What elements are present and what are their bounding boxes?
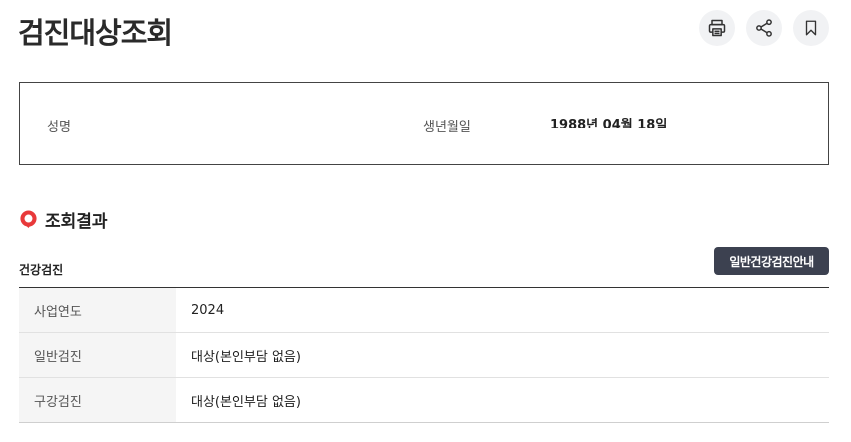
birth-date-label: 생년월일: [423, 120, 471, 135]
page-title: 검진대상조회: [18, 16, 173, 50]
name-label: 성명: [47, 120, 71, 135]
table-row: 사업연도 2024: [19, 288, 829, 333]
row-value: 2024: [191, 302, 225, 318]
row-header: 사업연도: [19, 288, 176, 332]
applicant-info-box: 성명 생년월일 1988년 04월 18일: [19, 82, 829, 165]
bookmark-button[interactable]: [793, 10, 829, 46]
print-icon: [708, 19, 726, 37]
row-header: 일반검진: [19, 333, 176, 377]
bookmark-icon: [805, 20, 817, 36]
page-actions: [699, 10, 829, 46]
table-row: 일반검진 대상(본인부담 없음): [19, 333, 829, 378]
results-section-header: 조회결과: [19, 207, 108, 232]
health-checkup-subtitle: 건강검진: [19, 263, 64, 277]
general-checkup-guide-button[interactable]: 일반건강검진안내: [714, 247, 829, 275]
share-button[interactable]: [746, 10, 782, 46]
location-pin-icon: [20, 210, 37, 229]
share-icon: [756, 19, 772, 37]
table-row: 구강검진 대상(본인부담 없음): [19, 378, 829, 423]
results-table: 사업연도 2024 일반검진 대상(본인부담 없음) 구강검진 대상(본인부담 …: [19, 287, 829, 423]
results-section-title: 조회결과: [45, 212, 108, 232]
row-value: 대상(본인부담 없음): [191, 349, 301, 365]
birth-date-value: 1988년 04월 18일: [550, 118, 668, 128]
print-button[interactable]: [699, 10, 735, 46]
row-value: 대상(본인부담 없음): [191, 394, 301, 410]
row-header: 구강검진: [19, 378, 176, 422]
